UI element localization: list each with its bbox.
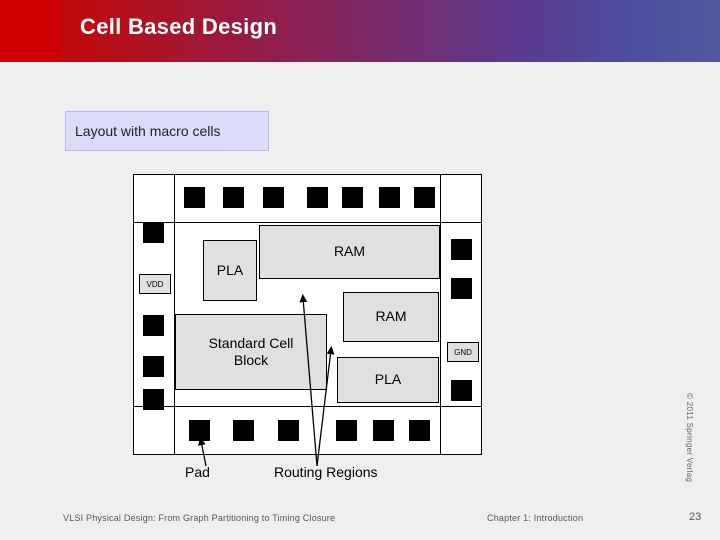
- macro-cell-layout-diagram: VDD GND PLA RAM RAM Standard Cell Block …: [133, 174, 482, 480]
- caption-box: Layout with macro cells: [65, 111, 269, 151]
- header-accent-block: [0, 0, 62, 62]
- routing-arrows: [197, 293, 335, 467]
- routing-regions-label: Routing Regions: [274, 464, 378, 480]
- page-title: Cell Based Design: [80, 14, 278, 39]
- copyright-credit: © 2011 Springer Verlag: [685, 393, 694, 483]
- caption-label: Layout with macro cells: [75, 123, 221, 139]
- footer-chapter: Chapter 1: Introduction: [487, 513, 584, 523]
- pad-label: Pad: [185, 464, 210, 480]
- footer-book-title: VLSI Physical Design: From Graph Partiti…: [63, 513, 336, 523]
- footer-page-number: 23: [689, 511, 702, 523]
